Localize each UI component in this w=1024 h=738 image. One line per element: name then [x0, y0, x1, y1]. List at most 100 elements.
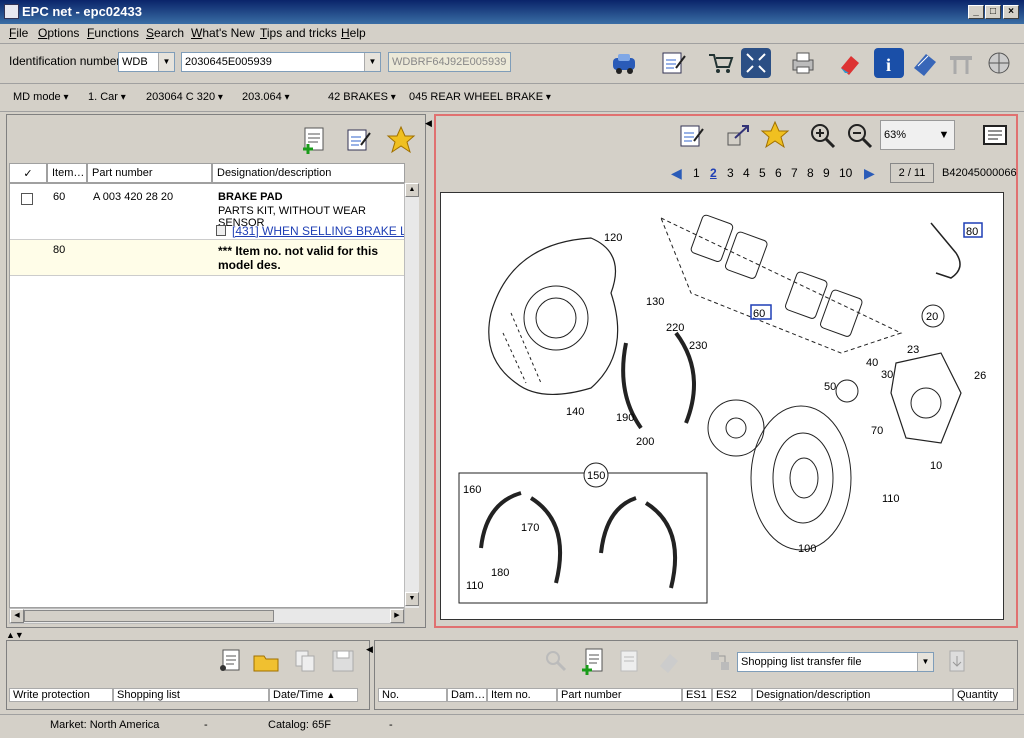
copy-icon: [291, 646, 321, 676]
ident-prefix-select[interactable]: WDB ▼: [118, 52, 175, 72]
model-select[interactable]: 203064 C 320: [146, 91, 223, 103]
menu-whats-new[interactable]: What's New: [191, 26, 255, 40]
panel-collapse-icon[interactable]: ◀: [425, 118, 433, 130]
label-220: 220: [666, 322, 684, 334]
menu-search[interactable]: Search: [146, 26, 184, 40]
title-bar: EPC net - epc02433 _ □ ×: [0, 0, 1024, 24]
exploded-diagram[interactable]: 120 130 140 190 200 220 230 60 80 20 23 …: [440, 192, 1004, 620]
parts-scrollbar[interactable]: ▲ ▼: [404, 183, 419, 608]
status-separator: -: [389, 719, 393, 731]
globe-icon[interactable]: [984, 48, 1014, 78]
page-1[interactable]: 1: [693, 166, 700, 180]
eraser-icon[interactable]: [835, 48, 865, 78]
scroll-down-icon[interactable]: ▼: [405, 592, 419, 606]
zoom-out-icon[interactable]: [845, 121, 875, 151]
notes-icon[interactable]: [677, 121, 707, 151]
table-row[interactable]: 60 A 003 420 28 20 BRAKE PAD PARTS KIT, …: [10, 184, 404, 240]
close-button[interactable]: ×: [1003, 5, 1019, 19]
col-write-protection[interactable]: Write protection: [9, 688, 113, 702]
page-10[interactable]: 10: [839, 166, 852, 180]
parts-hscrollbar[interactable]: ◀ ▶: [9, 608, 405, 624]
hscroll-thumb[interactable]: [24, 610, 274, 622]
col-designation[interactable]: Designation/description: [752, 688, 953, 702]
fit-view-icon[interactable]: [723, 121, 753, 151]
page-4[interactable]: 4: [743, 166, 750, 180]
notes-icon[interactable]: [344, 125, 374, 155]
parts-table: 60 A 003 420 28 20 BRAKE PAD PARTS KIT, …: [9, 183, 405, 608]
save-icon: [328, 646, 358, 676]
type-select[interactable]: 203.064: [242, 91, 290, 103]
col-es1[interactable]: ES1: [682, 688, 712, 702]
minimize-button[interactable]: _: [968, 5, 984, 19]
notes-edit-icon[interactable]: [659, 48, 689, 78]
col-shopping-list[interactable]: Shopping list: [113, 688, 269, 702]
row-checkbox[interactable]: [21, 193, 33, 205]
transfer-file-select[interactable]: Shopping list transfer file ▼: [737, 652, 934, 672]
col-part-number-list[interactable]: Part number: [557, 688, 682, 702]
scroll-left-icon[interactable]: ◀: [10, 609, 24, 623]
label-23: 23: [907, 344, 919, 356]
page-9[interactable]: 9: [823, 166, 830, 180]
export-icon: [942, 646, 972, 676]
page-8[interactable]: 8: [807, 166, 814, 180]
panel-collapse-icon[interactable]: ◀: [366, 644, 373, 655]
zoom-select[interactable]: 63% ▼: [880, 120, 955, 150]
open-folder-icon[interactable]: [251, 646, 281, 676]
new-list-icon[interactable]: [215, 646, 245, 676]
page-7[interactable]: 7: [791, 166, 798, 180]
status-separator: -: [204, 719, 208, 731]
add-item-icon[interactable]: [578, 646, 608, 676]
col-part-number[interactable]: Part number: [87, 163, 212, 183]
document-icon[interactable]: [980, 121, 1010, 151]
ident-number-input[interactable]: 2030645E005939 ▼: [181, 52, 381, 72]
page-5[interactable]: 5: [759, 166, 766, 180]
scroll-right-icon[interactable]: ▶: [390, 609, 404, 623]
page-6[interactable]: 6: [775, 166, 782, 180]
footnote-link[interactable]: [431] WHEN SELLING BRAKE L: [232, 224, 404, 238]
favorite-star-icon[interactable]: [386, 125, 416, 155]
image-id: B42045000066: [942, 167, 1017, 179]
mode-select[interactable]: MD mode: [13, 91, 69, 103]
col-item-no[interactable]: Item no.: [487, 688, 557, 702]
col-damage[interactable]: Dam…: [447, 688, 487, 702]
col-item[interactable]: Item…: [47, 163, 87, 183]
col-description[interactable]: Designation/description: [212, 163, 405, 183]
menu-options[interactable]: Options: [38, 26, 79, 40]
menu-functions[interactable]: Functions: [87, 26, 139, 40]
vehicle-icon[interactable]: [610, 48, 640, 78]
col-quantity[interactable]: Quantity: [953, 688, 1014, 702]
add-to-list-icon[interactable]: [299, 125, 329, 155]
menu-tips[interactable]: Tips and tricks: [260, 26, 337, 40]
maximize-button[interactable]: □: [985, 5, 1001, 19]
status-market: Market: North America: [50, 719, 160, 731]
ident-number-value: 2030645E005939: [185, 56, 272, 68]
menu-file[interactable]: File: [9, 26, 28, 40]
table-row[interactable]: 80 *** Item no. not valid for this model…: [10, 240, 404, 276]
favorite-star-icon[interactable]: [760, 120, 790, 150]
sort-ascending-icon: ▲: [326, 690, 336, 700]
page-3[interactable]: 3: [727, 166, 734, 180]
col-es2[interactable]: ES2: [712, 688, 752, 702]
label-26: 26: [974, 370, 986, 382]
splitter-toggle-icon[interactable]: ▲▼: [6, 630, 24, 640]
vehicle-class-select[interactable]: 1. Car: [88, 91, 126, 103]
col-date-time[interactable]: Date/Time ▲: [269, 688, 358, 702]
next-page-icon[interactable]: ▶: [864, 165, 875, 182]
scroll-up-icon[interactable]: ▲: [405, 183, 419, 197]
page-2-active[interactable]: 2: [710, 166, 717, 180]
fullscreen-icon[interactable]: [741, 48, 771, 78]
col-no[interactable]: No.: [378, 688, 447, 702]
group-select[interactable]: 42 BRAKES: [328, 91, 396, 103]
zoom-in-icon[interactable]: [808, 121, 838, 151]
label-10: 10: [930, 460, 942, 472]
subgroup-select[interactable]: 045 REAR WHEEL BRAKE: [409, 91, 551, 103]
manual-icon[interactable]: [910, 48, 940, 78]
col-check[interactable]: ✓: [9, 163, 47, 183]
info-icon[interactable]: i: [874, 48, 904, 78]
label-110: 110: [882, 493, 900, 505]
prev-page-icon[interactable]: ◀: [671, 165, 682, 182]
shopping-cart-icon[interactable]: [706, 48, 736, 78]
search-part-icon: [541, 646, 571, 676]
menu-help[interactable]: Help: [341, 26, 366, 40]
print-icon[interactable]: [788, 48, 818, 78]
